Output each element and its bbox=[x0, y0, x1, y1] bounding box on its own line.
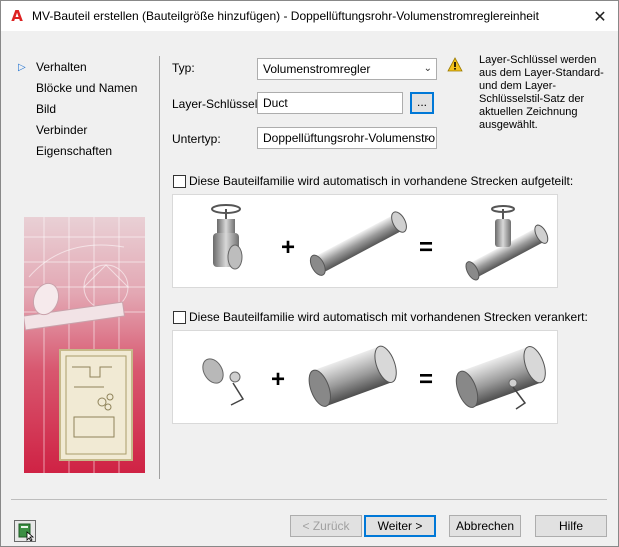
split-preview-diagram: + = bbox=[211, 204, 549, 281]
anchor-preview-diagram: + = bbox=[202, 345, 546, 410]
layer-key-label: Layer-Schlüssel: bbox=[172, 97, 261, 111]
title-bar: A MV-Bauteil erstellen (Bauteilgröße hin… bbox=[1, 1, 618, 31]
nav-item-bild[interactable]: Bild bbox=[17, 99, 157, 120]
equals-sign: = bbox=[419, 366, 433, 393]
help-button[interactable]: Hilfe bbox=[535, 515, 607, 537]
layer-key-info-text: Layer-Schlüssel werden aus dem Layer-Sta… bbox=[479, 54, 604, 131]
plus-sign: + bbox=[271, 366, 285, 393]
pipe-segment-icon bbox=[308, 345, 397, 407]
anchor-checkbox-label[interactable]: Diese Bauteilfamilie wird automatisch mi… bbox=[189, 310, 588, 324]
nav-item-verbinder[interactable]: Verbinder bbox=[17, 120, 157, 141]
next-button[interactable]: Weiter > bbox=[364, 515, 436, 537]
nav-item-eigenschaften[interactable]: Eigenschaften bbox=[17, 141, 157, 162]
pipe-hanger-icon bbox=[202, 358, 245, 406]
layer-key-browse-button[interactable]: ... bbox=[410, 92, 434, 114]
context-help-icon[interactable] bbox=[14, 520, 36, 542]
split-preview-panel: + = bbox=[172, 194, 558, 288]
nav-item-label: Blöcke und Namen bbox=[36, 81, 138, 95]
split-checkbox-label[interactable]: Diese Bauteilfamilie wird automatisch in… bbox=[189, 174, 573, 188]
untertyp-select[interactable]: Doppellüftungsrohr-Volumenstro ⌄ bbox=[257, 127, 437, 149]
footer-separator bbox=[11, 499, 607, 500]
nav-item-label: Bild bbox=[36, 102, 57, 116]
window-title: MV-Bauteil erstellen (Bauteilgröße hinzu… bbox=[32, 9, 539, 23]
chevron-down-icon: ⌄ bbox=[423, 132, 432, 143]
anchored-pipe-icon bbox=[455, 346, 546, 410]
valve-in-pipe-icon bbox=[465, 205, 549, 281]
anchor-checkbox[interactable] bbox=[173, 311, 186, 324]
back-button[interactable]: < Zurück bbox=[290, 515, 362, 537]
nav-splitter bbox=[159, 56, 160, 479]
typ-label: Typ: bbox=[172, 61, 195, 75]
wizard-illustration bbox=[24, 217, 145, 473]
drafting-tools-illustration bbox=[24, 217, 145, 473]
nav-item-label: Verbinder bbox=[36, 123, 88, 137]
equals-sign: = bbox=[419, 234, 433, 261]
nav-item-bloecke-und-namen[interactable]: Blöcke und Namen bbox=[17, 78, 157, 99]
chevron-down-icon: ⌄ bbox=[423, 63, 432, 74]
valve-icon bbox=[211, 204, 243, 270]
active-step-icon: ▷ bbox=[18, 62, 26, 73]
layer-key-value: Duct bbox=[263, 96, 288, 110]
nav-item-verhalten[interactable]: ▷ Verhalten bbox=[17, 57, 157, 78]
plus-sign: + bbox=[281, 234, 295, 261]
dialog-window: A MV-Bauteil erstellen (Bauteilgröße hin… bbox=[0, 0, 619, 547]
nav-item-label: Eigenschaften bbox=[36, 144, 113, 158]
untertyp-label: Untertyp: bbox=[172, 132, 221, 146]
app-logo-icon: A bbox=[11, 7, 23, 25]
typ-select-value: Volumenstromregler bbox=[263, 62, 371, 76]
close-button[interactable]: ✕ bbox=[582, 1, 618, 31]
typ-select[interactable]: Volumenstromregler ⌄ bbox=[257, 58, 437, 80]
layer-key-field[interactable]: Duct bbox=[257, 92, 403, 114]
cancel-button[interactable]: Abbrechen bbox=[449, 515, 521, 537]
pipe-icon bbox=[309, 211, 407, 276]
help-cursor-icon bbox=[18, 523, 35, 542]
nav-item-label: Verhalten bbox=[36, 60, 87, 74]
untertyp-select-value: Doppellüftungsrohr-Volumenstro bbox=[263, 131, 436, 145]
anchor-preview-panel: + = bbox=[172, 330, 558, 424]
warning-icon bbox=[447, 57, 463, 72]
step-navigation: ▷ Verhalten Blöcke und Namen Bild Verbin… bbox=[17, 57, 157, 162]
split-checkbox[interactable] bbox=[173, 175, 186, 188]
